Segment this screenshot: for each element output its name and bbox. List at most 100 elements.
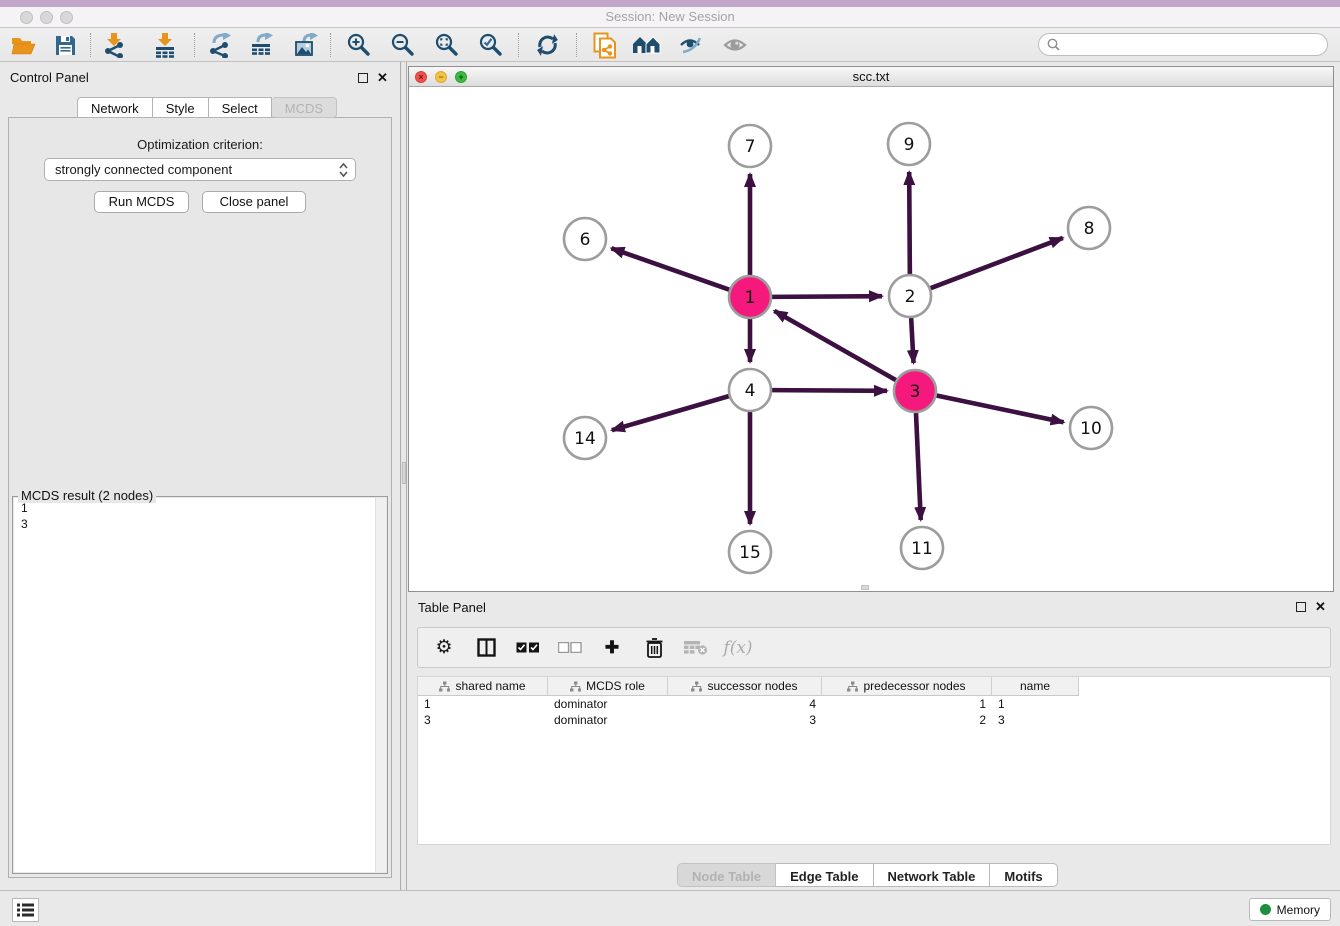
graph-node-15[interactable]: 15 — [729, 531, 771, 573]
cell[interactable]: dominator — [548, 696, 668, 712]
import-table-icon[interactable] — [150, 31, 180, 59]
close-panel-button[interactable]: Close panel — [202, 191, 306, 213]
tab-edge-table[interactable]: Edge Table — [776, 863, 873, 887]
canvas-resize-grip[interactable] — [861, 585, 869, 590]
create-column-icon[interactable]: ✚ — [598, 634, 626, 662]
edge-2-9[interactable] — [909, 172, 910, 274]
cell[interactable]: 4 — [668, 696, 822, 712]
search-icon — [1047, 38, 1060, 51]
column-header-name[interactable]: name — [992, 677, 1079, 696]
edge-4-3[interactable] — [772, 390, 887, 391]
control-panel-tabs: NetworkStyleSelectMCDS — [77, 97, 337, 118]
edge-3-1[interactable] — [774, 311, 896, 380]
close-table-panel-icon[interactable]: ✕ — [1315, 602, 1326, 612]
show-columns-icon[interactable] — [472, 634, 500, 662]
task-history-button[interactable] — [12, 898, 39, 922]
export-table-icon[interactable] — [248, 31, 278, 59]
float-panel-icon[interactable] — [358, 73, 368, 83]
graph-node-7[interactable]: 7 — [729, 125, 771, 167]
clone-network-icon[interactable] — [590, 31, 620, 59]
unselect-all-columns-icon[interactable] — [556, 634, 584, 662]
graph-node-1[interactable]: 1 — [729, 276, 771, 318]
delete-table-icon — [682, 634, 710, 662]
cell[interactable]: dominator — [548, 712, 668, 728]
cell[interactable]: 1 — [992, 696, 1079, 712]
open-session-icon[interactable] — [8, 31, 38, 59]
table-toolbar: ⚙ ✚ f(x) — [417, 627, 1331, 668]
cell[interactable]: 3 — [418, 712, 548, 728]
column-header-shared-name[interactable]: shared name — [418, 677, 548, 696]
search-field[interactable] — [1038, 33, 1328, 56]
zoom-selected-icon[interactable] — [476, 31, 506, 59]
memory-button[interactable]: Memory — [1249, 898, 1331, 921]
delete-column-icon[interactable] — [640, 634, 668, 662]
show-panel-icon[interactable] — [720, 31, 750, 59]
export-image-icon[interactable] — [292, 31, 322, 59]
edge-4-14[interactable] — [612, 396, 729, 430]
graph-node-11[interactable]: 11 — [901, 527, 943, 569]
graph-node-4[interactable]: 4 — [729, 369, 771, 411]
table-settings-icon[interactable]: ⚙ — [430, 634, 458, 662]
control-panel-title: Control Panel — [10, 70, 89, 85]
cell[interactable]: 2 — [822, 712, 992, 728]
table-row[interactable]: 1dominator411 — [418, 696, 1330, 712]
hide-panel-icon[interactable] — [676, 31, 706, 59]
network-view-window[interactable]: × − + scc.txt 7 9 6 8 1 2 4 3 14 10 15 11 — [408, 66, 1334, 592]
edge-3-10[interactable] — [937, 396, 1064, 423]
tab-node-table[interactable]: Node Table — [677, 863, 776, 887]
close-panel-icon[interactable]: ✕ — [377, 73, 388, 83]
column-header-successor-nodes[interactable]: successor nodes — [668, 677, 822, 696]
cell[interactable]: 1 — [418, 696, 548, 712]
column-header-predecessor-nodes[interactable]: predecessor nodes — [822, 677, 992, 696]
run-mcds-button[interactable]: Run MCDS — [94, 191, 189, 213]
graph-node-14[interactable]: 14 — [564, 417, 606, 459]
network-graph-canvas[interactable]: 7 9 6 8 1 2 4 3 14 10 15 11 — [409, 87, 1333, 591]
edge-3-11[interactable] — [916, 413, 921, 520]
edge-2-3[interactable] — [911, 318, 913, 363]
tab-select[interactable]: Select — [209, 97, 272, 118]
tab-network-table[interactable]: Network Table — [874, 863, 991, 887]
network-window-titlebar[interactable]: × − + scc.txt — [409, 67, 1333, 87]
apply-layout-icon[interactable] — [532, 31, 562, 59]
graph-node-3[interactable]: 3 — [894, 370, 936, 412]
svg-text:11: 11 — [911, 539, 933, 559]
export-network-icon[interactable] — [206, 31, 236, 59]
graph-node-9[interactable]: 9 — [888, 123, 930, 165]
column-header-MCDS-role[interactable]: MCDS role — [548, 677, 668, 696]
vertical-splitter[interactable] — [400, 62, 407, 890]
tab-style[interactable]: Style — [153, 97, 209, 118]
table-panel-tabs: Node TableEdge TableNetwork TableMotifs — [677, 863, 1058, 887]
tab-network[interactable]: Network — [77, 97, 153, 118]
result-scrollbar[interactable] — [375, 498, 386, 872]
graph-node-2[interactable]: 2 — [889, 275, 931, 317]
tab-motifs[interactable]: Motifs — [990, 863, 1057, 887]
import-network-icon[interactable] — [100, 31, 130, 59]
search-input[interactable] — [1065, 38, 1327, 52]
optimization-criterion-label: Optimization criterion: — [0, 137, 400, 152]
cell[interactable]: 1 — [822, 696, 992, 712]
edge-1-6[interactable] — [611, 248, 729, 289]
save-session-icon[interactable] — [50, 31, 80, 59]
select-all-columns-icon[interactable] — [514, 634, 542, 662]
svg-text:14: 14 — [574, 429, 596, 449]
graph-node-6[interactable]: 6 — [564, 218, 606, 260]
zoom-out-icon[interactable] — [388, 31, 418, 59]
float-table-panel-icon[interactable] — [1296, 602, 1306, 612]
cell[interactable]: 3 — [992, 712, 1079, 728]
zoom-in-icon[interactable] — [344, 31, 374, 59]
show-all-networks-icon[interactable] — [632, 31, 662, 59]
graph-node-10[interactable]: 10 — [1070, 407, 1112, 449]
cell[interactable]: 3 — [668, 712, 822, 728]
splitter-grip[interactable] — [402, 462, 406, 484]
table-row[interactable]: 3dominator323 — [418, 712, 1330, 728]
status-bar: Memory — [0, 890, 1340, 926]
mcds-result-list[interactable]: 13 — [14, 498, 386, 872]
zoom-fit-icon[interactable] — [432, 31, 462, 59]
criterion-dropdown[interactable]: strongly connected component — [44, 158, 356, 181]
tab-mcds[interactable]: MCDS — [272, 97, 337, 118]
toolbar-separator — [518, 33, 519, 57]
node-table[interactable]: shared nameMCDS rolesuccessor nodesprede… — [417, 676, 1331, 845]
graph-node-8[interactable]: 8 — [1068, 207, 1110, 249]
edge-2-8[interactable] — [931, 238, 1063, 288]
edge-1-2[interactable] — [772, 296, 882, 297]
